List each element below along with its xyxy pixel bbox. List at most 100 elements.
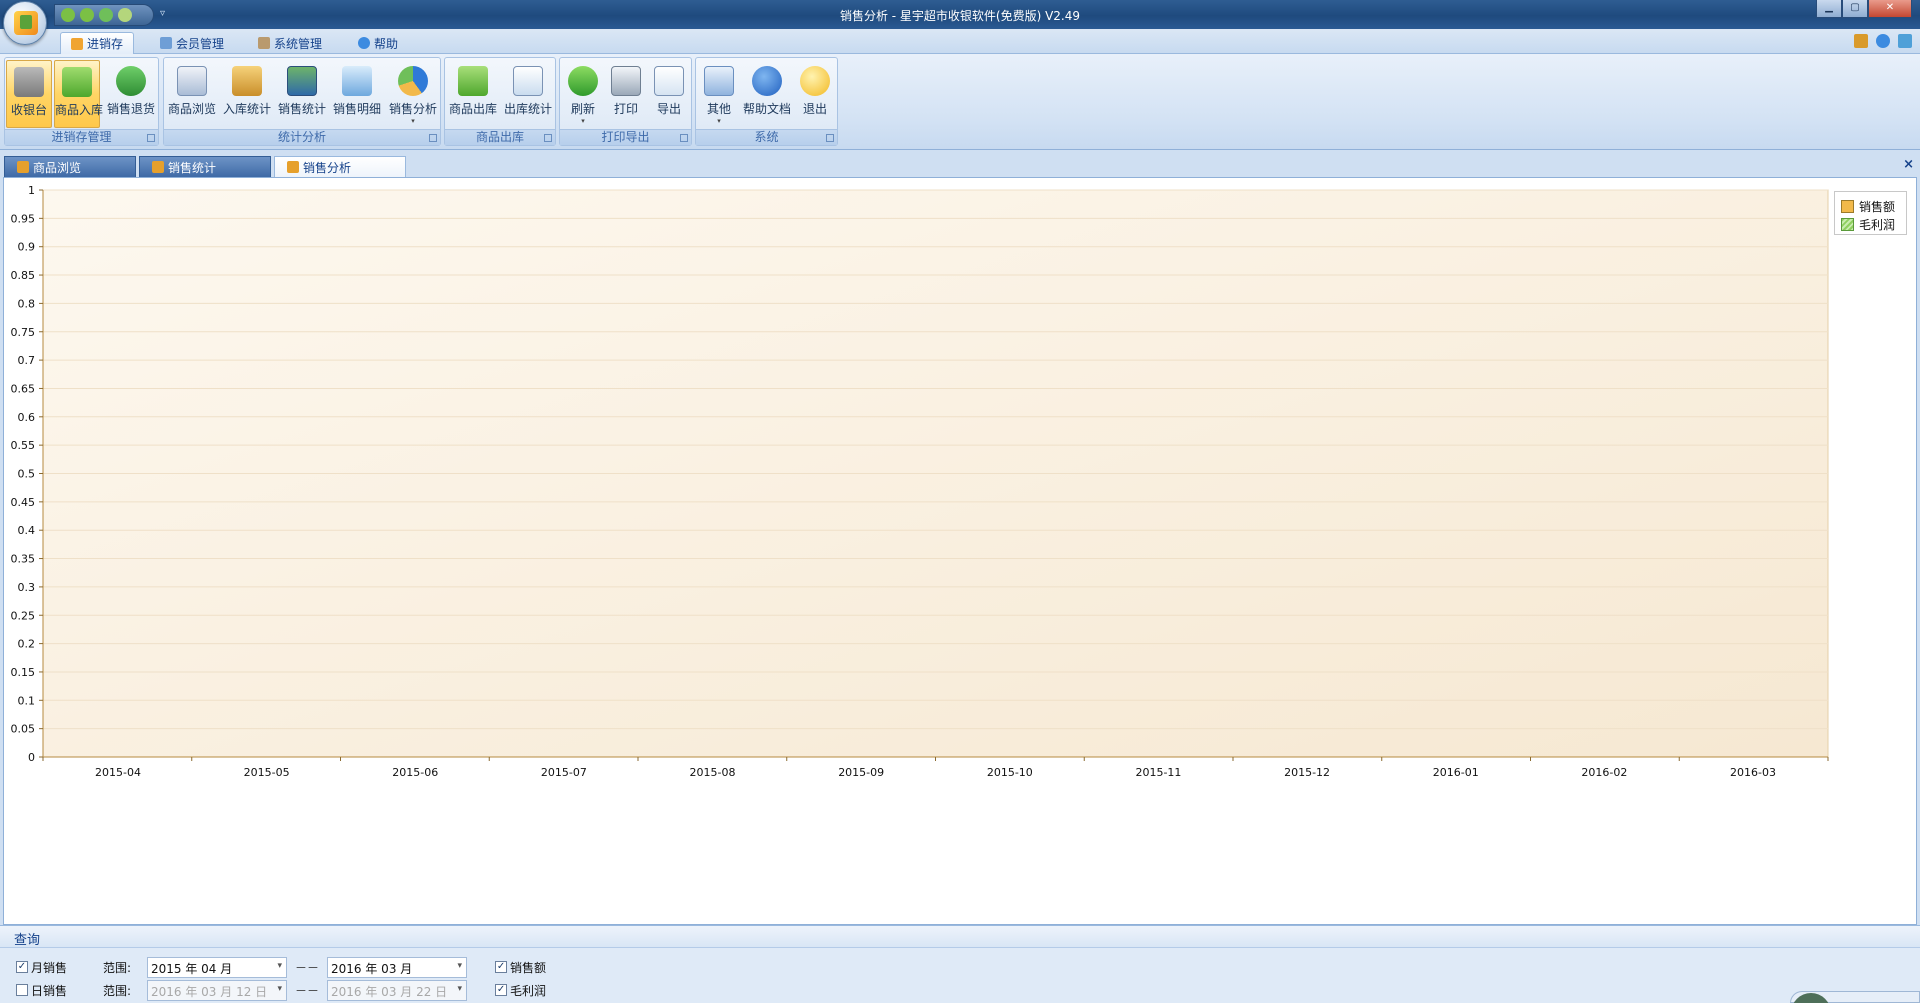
dialog-launcher-icon[interactable] xyxy=(147,134,155,142)
legend-item-profit: 毛利润 xyxy=(1841,215,1906,233)
profit-checkbox[interactable]: ✓ xyxy=(495,984,508,996)
y-tick-label: 0.1 xyxy=(18,694,36,707)
help-docs-button[interactable]: 帮助文档 xyxy=(741,60,793,128)
range-dash: －－ xyxy=(295,983,320,998)
grid-icon xyxy=(152,161,164,173)
x-tick-label: 2015-05 xyxy=(244,766,290,779)
button-label: 商品出库 xyxy=(448,102,497,116)
group-print-export: 刷新 ▾ 打印 导出 打印导出 xyxy=(559,57,692,146)
doc-tab-product-browse[interactable]: 商品浏览 xyxy=(4,156,136,177)
y-tick-label: 0.55 xyxy=(11,439,36,452)
tab-system[interactable]: 系统管理 xyxy=(248,32,332,54)
dropdown-arrow-icon: ▾ xyxy=(717,117,721,125)
dialog-launcher-icon[interactable] xyxy=(544,134,552,142)
minimize-button[interactable]: ▁ xyxy=(1816,0,1842,18)
x-tick-label: 2015-06 xyxy=(392,766,438,779)
tab-inventory[interactable]: 进销存 xyxy=(60,32,135,54)
y-tick-label: 0.45 xyxy=(11,496,36,509)
y-tick-label: 0.25 xyxy=(11,609,36,622)
tab-label: 进销存 xyxy=(87,37,124,51)
dialog-launcher-icon[interactable] xyxy=(429,134,437,142)
sales-checkbox[interactable]: ✓ xyxy=(495,961,508,973)
stock-out-icon xyxy=(458,66,488,96)
y-tick-label: 0.65 xyxy=(11,382,36,395)
help-icon xyxy=(358,37,370,49)
skin-icon[interactable] xyxy=(1898,34,1912,48)
maximize-button[interactable]: ▢ xyxy=(1842,0,1868,18)
close-button[interactable]: ✕ xyxy=(1868,0,1912,18)
close-document-icon[interactable]: × xyxy=(1903,157,1914,172)
y-tick-label: 0.05 xyxy=(11,723,36,736)
x-tick-label: 2015-11 xyxy=(1135,766,1181,779)
sales-analysis-button[interactable]: 销售分析 ▾ xyxy=(387,60,439,128)
month-start-select[interactable]: 2015 年 04 月 xyxy=(147,956,287,978)
group-label: 商品出库 xyxy=(445,129,555,145)
y-tick-label: 0 xyxy=(28,751,35,764)
y-tick-label: 0.3 xyxy=(18,581,36,594)
tab-members[interactable]: 会员管理 xyxy=(150,32,234,54)
button-label: 其他 xyxy=(706,102,731,116)
doc-tab-sales-analysis[interactable]: 销售分析 xyxy=(274,156,406,177)
monthly-checkbox[interactable]: ✓ xyxy=(16,961,28,973)
stock-out-stats-button[interactable]: 出库统计 xyxy=(502,60,554,128)
group-stock-out: 商品出库 出库统计 商品出库 xyxy=(444,57,556,146)
product-browse-button[interactable]: 商品浏览 xyxy=(167,60,217,128)
x-tick-label: 2015-07 xyxy=(541,766,587,779)
app-logo-icon xyxy=(14,11,38,35)
dropdown-arrow-icon: ▾ xyxy=(411,117,415,125)
day-start-select[interactable]: 2016 年 03 月 12 日 xyxy=(147,979,287,1001)
other-button[interactable]: 其他 ▾ xyxy=(699,60,739,128)
monthly-row: ✓ 月销售 范围: 2015 年 04 月 －－ 2016 年 03 月 ✓ 销… xyxy=(16,956,546,978)
checklist-icon xyxy=(513,66,543,96)
exit-button[interactable]: 退出 xyxy=(795,60,835,128)
range-label: 范围: xyxy=(103,983,132,998)
chart-legend: 销售额 毛利润 xyxy=(1834,191,1907,235)
cashier-button[interactable]: 收银台 xyxy=(6,60,52,128)
button-label: 销售分析 xyxy=(388,102,437,116)
legend-item-sales: 销售额 xyxy=(1841,197,1906,215)
info-icon[interactable] xyxy=(1876,34,1890,48)
ribbon: 收银台 商品入库 销售退货 进销存管理 商品浏览 入库统计 销售统计 销售明细 xyxy=(0,54,1920,150)
month-end-select[interactable]: 2016 年 03 月 xyxy=(327,956,468,978)
application-menu-button[interactable] xyxy=(3,1,47,45)
range-dash: －－ xyxy=(295,960,320,975)
y-tick-label: 0.8 xyxy=(18,297,36,310)
inventory-icon xyxy=(71,37,83,50)
button-label: 打印 xyxy=(613,102,638,116)
tab-help[interactable]: 帮助 xyxy=(348,32,408,54)
sales-stats-button[interactable]: 销售统计 xyxy=(277,60,327,128)
cart-icon[interactable] xyxy=(1854,34,1868,48)
y-tick-label: 0.4 xyxy=(18,524,36,537)
query-panel: 查询 ✓ 月销售 范围: 2015 年 04 月 －－ 2016 年 03 月 … xyxy=(0,925,1920,1003)
daily-label: 日销售 xyxy=(31,983,68,998)
chart-panel: 0 0.05 0.1 0.15 0.2 0.25 0.3 0.35 0.4 0.45 0.5 0.55… xyxy=(3,177,1917,925)
tools-icon xyxy=(258,37,270,49)
dialog-launcher-icon[interactable] xyxy=(680,134,688,142)
daily-row: 日销售 范围: 2016 年 03 月 12 日 －－ 2016 年 03 月 … xyxy=(16,979,546,1001)
day-end-select[interactable]: 2016 年 03 月 22 日 xyxy=(327,979,468,1001)
y-tick-label: 0.5 xyxy=(18,468,36,481)
pie-chart-icon xyxy=(398,66,428,96)
doc-tab-sales-stats[interactable]: 销售统计 xyxy=(139,156,271,177)
stock-out-button[interactable]: 商品出库 xyxy=(447,60,499,128)
group-inventory: 收银台 商品入库 销售退货 进销存管理 xyxy=(4,57,159,146)
detail-list-icon xyxy=(342,66,372,96)
sales-return-button[interactable]: 销售退货 xyxy=(105,60,157,128)
sales-return-icon xyxy=(116,66,146,96)
button-label: 入库统计 xyxy=(222,102,271,116)
daily-checkbox[interactable] xyxy=(16,984,28,996)
y-tick-label: 0.7 xyxy=(18,354,36,367)
stock-in-stats-button[interactable]: 入库统计 xyxy=(222,60,272,128)
refresh-button[interactable]: 刷新 ▾ xyxy=(563,60,603,128)
button-label: 商品浏览 xyxy=(167,102,216,116)
y-tick-label: 1 xyxy=(28,184,35,197)
stock-in-icon xyxy=(62,67,92,97)
stock-in-button[interactable]: 商品入库 xyxy=(54,60,103,128)
print-button[interactable]: 打印 xyxy=(606,60,646,128)
sales-card-icon xyxy=(287,66,317,96)
y-tick-label: 0.2 xyxy=(18,638,36,651)
dialog-launcher-icon[interactable] xyxy=(826,134,834,142)
sales-detail-button[interactable]: 销售明细 xyxy=(332,60,382,128)
export-button[interactable]: 导出 xyxy=(649,60,689,128)
query-header: 查询 xyxy=(0,926,1920,948)
